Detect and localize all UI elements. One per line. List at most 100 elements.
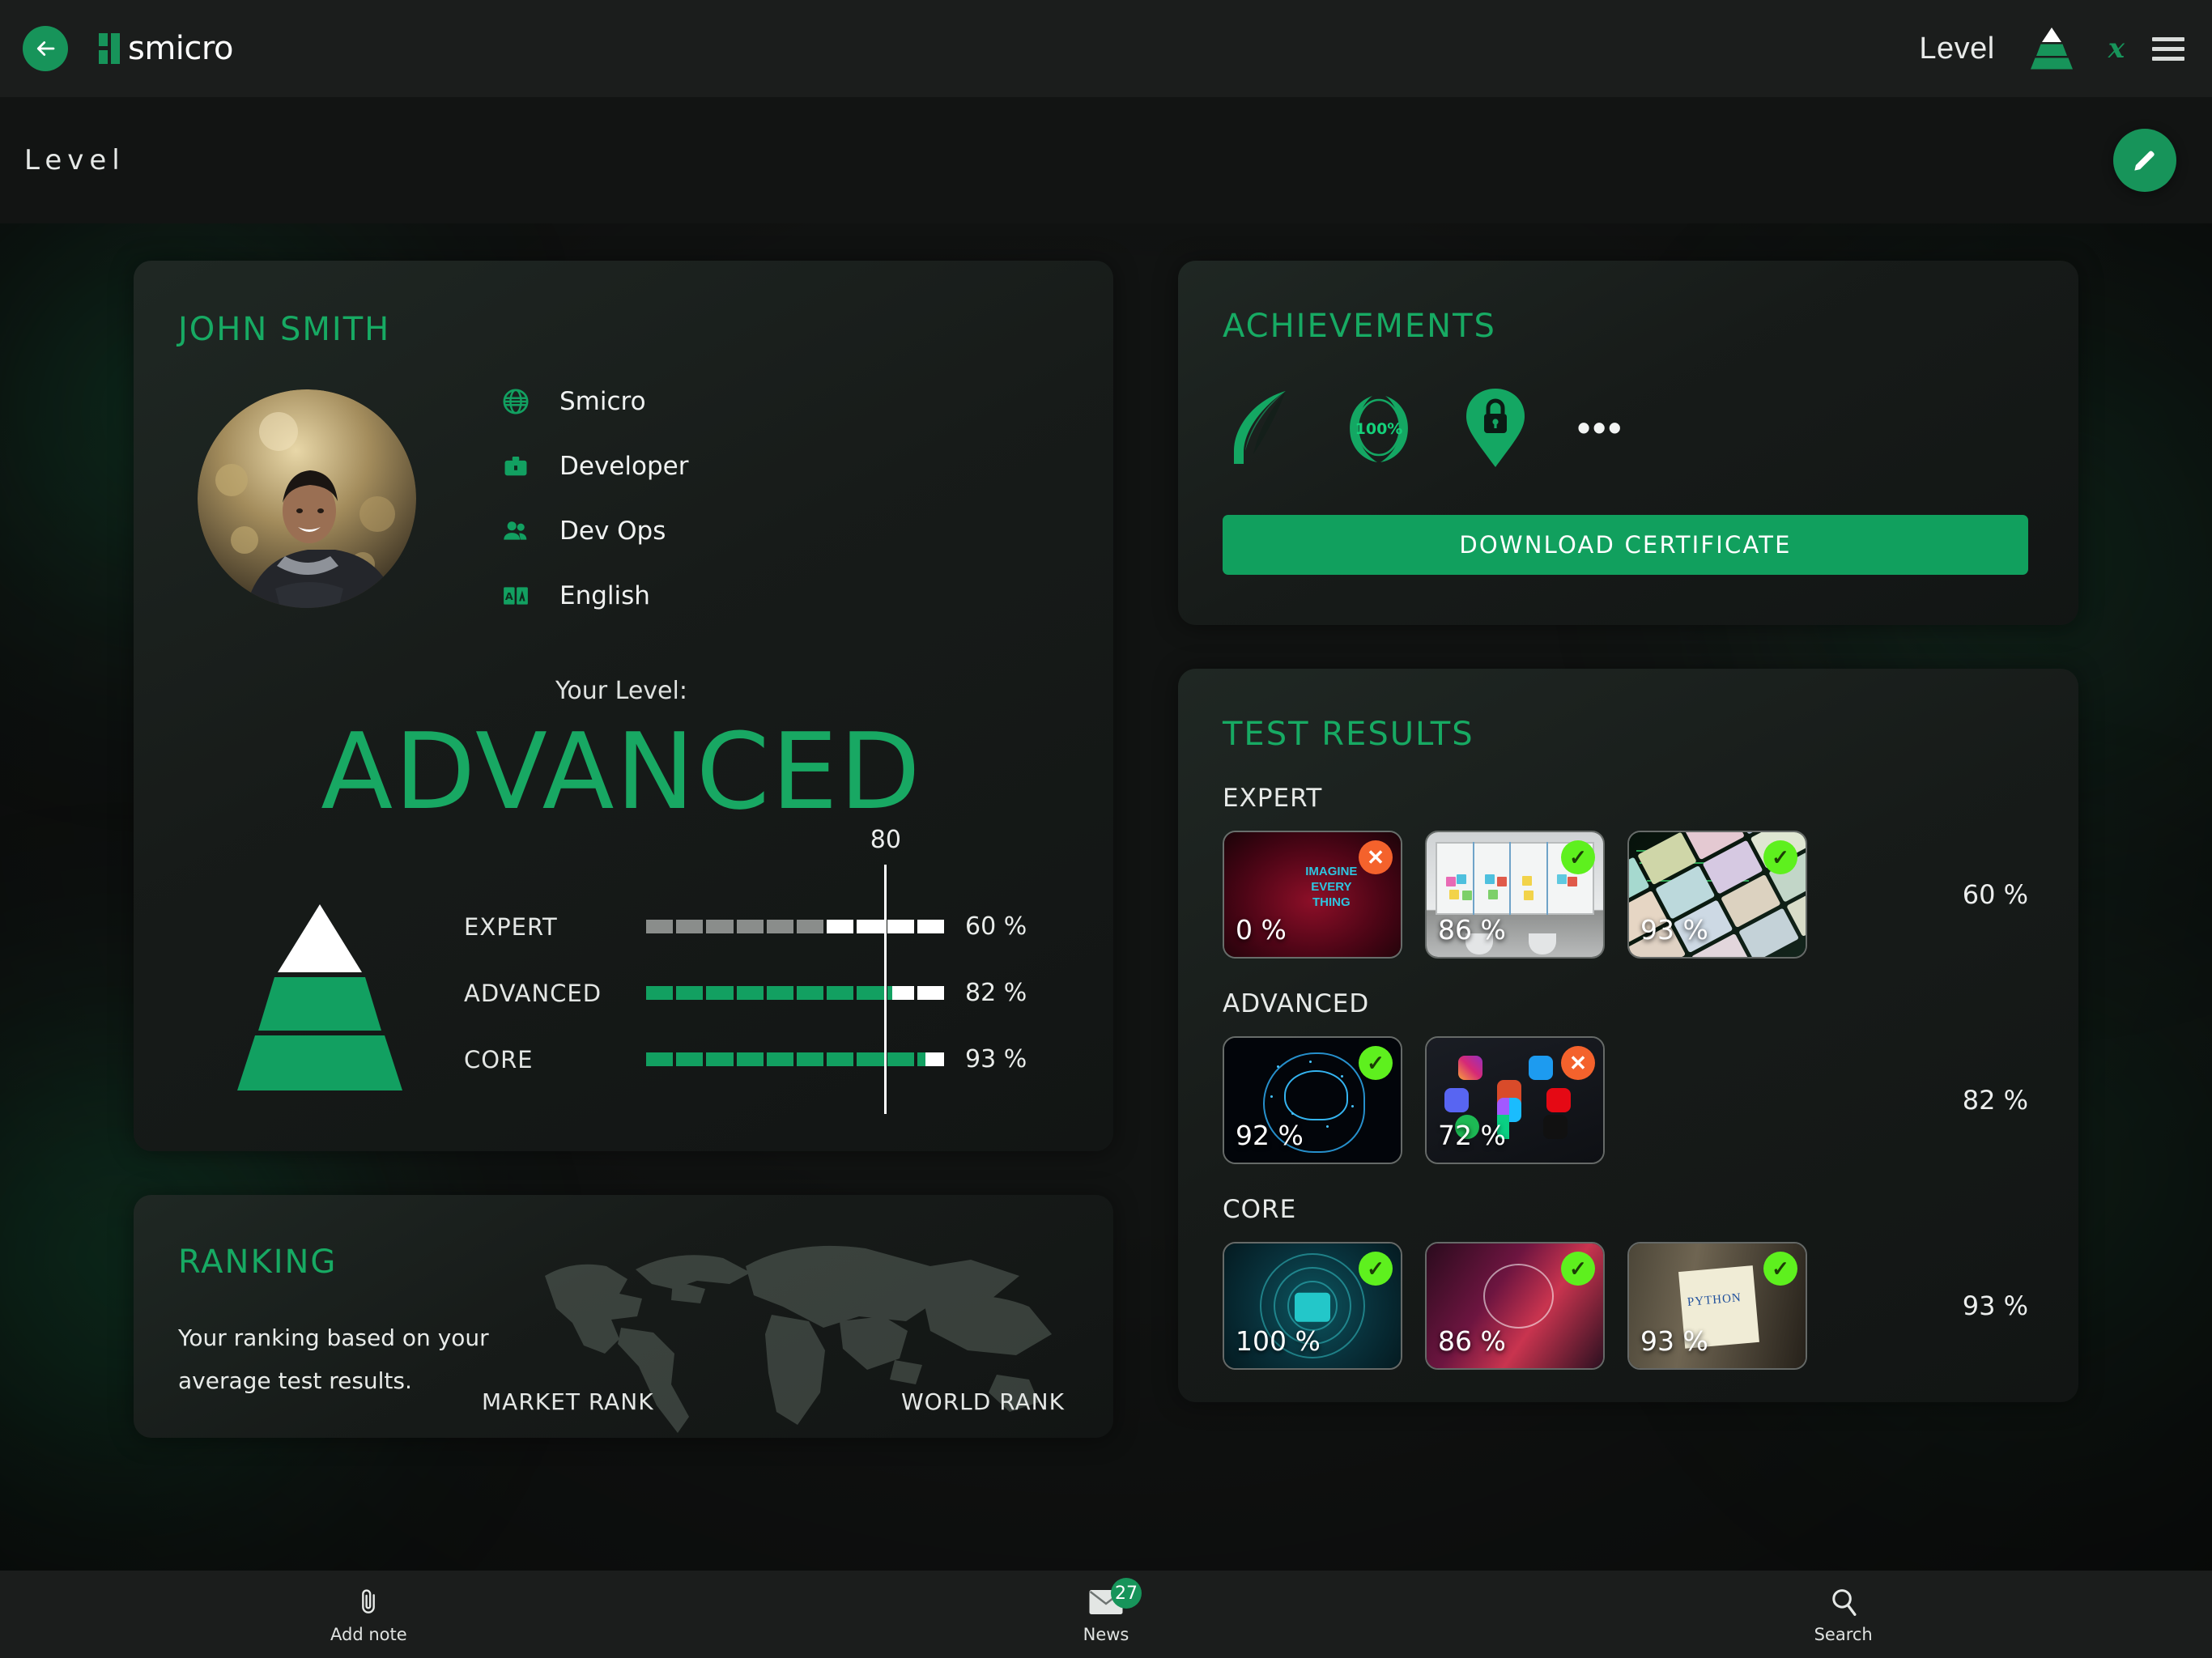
bar-segment-fill [676, 920, 704, 933]
bottom-nav-add-note[interactable]: Add note [0, 1584, 738, 1644]
ranking-card: RANKING Your ranking based on your avera… [134, 1194, 1113, 1438]
bar-segment [646, 920, 674, 933]
thumbnail-list: IMAGINE EVERY THING ✕ 0 % ✓ 86 % ✓ 93 % [1223, 831, 1807, 959]
bar-row-core: CORE 93 % [464, 1027, 1065, 1093]
level-pyramid-icon [2023, 27, 2081, 70]
hamburger-menu-icon[interactable] [2152, 36, 2184, 61]
bar-value: 82 % [965, 979, 1027, 1007]
meta-row-language: A English [501, 581, 688, 610]
top-bar-right: Level x [1919, 27, 2184, 70]
main-content: JOHN SMITH Smicro Developer Dev Ops A En… [0, 223, 2212, 1571]
smicro-logomark-icon [99, 33, 123, 64]
bar-segment [857, 920, 884, 933]
bar-segment [736, 920, 764, 933]
bar-segment [736, 1052, 764, 1066]
bar-track [646, 920, 945, 933]
group-row: ✓ 100 % ✓ 86 % PYTHON ✓ 93 % 93 % [1223, 1242, 2028, 1370]
lock-pin-icon[interactable] [1456, 387, 1535, 468]
leaf-icon[interactable] [1223, 387, 1302, 468]
level-pyramid-large-icon [206, 903, 433, 1093]
thumbnail-score: 93 % [1640, 1325, 1708, 1357]
bar-segment [887, 920, 914, 933]
ranking-labels: MARKET RANK WORLD RANK [482, 1388, 1065, 1415]
top-bar: smicro Level x [0, 0, 2212, 97]
bar-segment-fill [676, 1052, 704, 1066]
bar-row-advanced: ADVANCED 82 % [464, 960, 1065, 1027]
right-column: ACHIEVEMENTS 100% ••• DOWNLOAD CERTIFICA… [1150, 261, 2212, 1571]
bottom-nav-news[interactable]: 27 News [738, 1578, 1475, 1644]
group-title: CORE [1223, 1195, 1297, 1224]
meta-row-role: Developer [501, 452, 688, 481]
test-thumbnail[interactable]: ✓ 86 % [1425, 1242, 1605, 1370]
laurel-100-icon[interactable]: 100% [1339, 387, 1419, 468]
bottom-nav-search[interactable]: Search [1474, 1584, 2212, 1644]
download-certificate-button[interactable]: DOWNLOAD CERTIFICATE [1223, 515, 2028, 575]
test-thumbnail[interactable]: ✓ 93 % [1627, 831, 1807, 959]
meta-label: Smicro [559, 387, 646, 416]
status-badge-pass: ✓ [1561, 840, 1595, 874]
group-row: IMAGINE EVERY THING ✕ 0 % ✓ 86 % ✓ 93 % … [1223, 831, 2028, 959]
group-total: 60 % [1962, 879, 2028, 910]
bar-value: 93 % [965, 1045, 1027, 1073]
meta-row-company: Smicro [501, 387, 688, 416]
test-thumbnail[interactable]: ✓ 86 % [1425, 831, 1605, 959]
bar-segment-fill [706, 1052, 734, 1066]
test-thumbnail[interactable]: ✕ 72 % [1425, 1036, 1605, 1164]
envelope-icon: 27 [1088, 1578, 1142, 1620]
thumbnail-score: 100 % [1236, 1325, 1321, 1357]
test-thumbnail[interactable]: IMAGINE EVERY THING ✕ 0 % [1223, 831, 1402, 959]
profile-row: Smicro Developer Dev Ops A English [178, 387, 1065, 610]
bar-segment [857, 986, 884, 1000]
people-icon [501, 517, 530, 546]
achievements-card: ACHIEVEMENTS 100% ••• DOWNLOAD CERTIFICA… [1178, 261, 2078, 625]
bar-segment-fill [646, 986, 674, 1000]
meta-label: English [559, 581, 650, 610]
bar-segment [827, 920, 854, 933]
bar-segment-fill [797, 986, 824, 1000]
test-results-card: TEST RESULTS EXPERT IMAGINE EVERY THING ✕ … [1178, 669, 2078, 1402]
thumbnail-list: ✓ 100 % ✓ 86 % PYTHON ✓ 93 % [1223, 1242, 1807, 1370]
status-badge-pass: ✓ [1763, 1252, 1797, 1286]
thumbnail-score: 86 % [1438, 1325, 1506, 1357]
edit-button[interactable] [2113, 129, 2176, 192]
meta-label: Developer [559, 452, 689, 481]
level-value: ADVANCED [321, 710, 922, 833]
bar-segment [917, 1052, 945, 1066]
news-badge: 27 [1111, 1578, 1142, 1609]
bar-value: 60 % [965, 912, 1027, 941]
your-level-label: Your Level: [555, 677, 687, 705]
bar-segment [827, 986, 854, 1000]
bar-segment-fill [736, 986, 764, 1000]
page-header: Level [0, 97, 2212, 223]
paperclip-icon [355, 1584, 381, 1620]
achievements-more-icon[interactable]: ••• [1577, 408, 1623, 446]
bar-segment-fill [646, 1052, 674, 1066]
group-row: ✓ 92 % ✕ 72 % 82 % [1223, 1036, 2028, 1164]
bar-segment [827, 1052, 854, 1066]
bar-segment-fill [857, 1052, 884, 1066]
bar-row-expert: EXPERT 60 % [464, 894, 1065, 960]
bar-segment-fill [766, 986, 794, 1000]
briefcase-icon [501, 452, 530, 481]
status-badge-pass: ✓ [1561, 1252, 1595, 1286]
app-logo[interactable]: smicro [99, 30, 233, 67]
test-thumbnail[interactable]: PYTHON ✓ 93 % [1627, 1242, 1807, 1370]
arrow-left-icon [36, 41, 55, 56]
test-thumbnail[interactable]: ✓ 100 % [1223, 1242, 1402, 1370]
bar-segment-fill [646, 920, 674, 933]
bar-label: EXPERT [464, 912, 558, 941]
bar-segment [676, 986, 704, 1000]
bar-segment [676, 920, 704, 933]
back-button[interactable] [23, 26, 68, 71]
bottom-nav-label: Search [1814, 1625, 1873, 1644]
test-thumbnail[interactable]: ✓ 92 % [1223, 1036, 1402, 1164]
market-rank-label[interactable]: MARKET RANK [482, 1388, 654, 1415]
thumbnail-list: ✓ 92 % ✕ 72 % [1223, 1036, 1605, 1164]
x-pin-icon[interactable]: x [2108, 32, 2125, 65]
thumbnail-score: 92 % [1236, 1120, 1304, 1151]
thumbnail-score: 93 % [1640, 914, 1708, 946]
bar-segment-fill [676, 986, 704, 1000]
bar-segment-fill [797, 920, 824, 933]
status-badge-pass: ✓ [1763, 840, 1797, 874]
world-rank-label[interactable]: WORLD RANK [901, 1388, 1065, 1415]
